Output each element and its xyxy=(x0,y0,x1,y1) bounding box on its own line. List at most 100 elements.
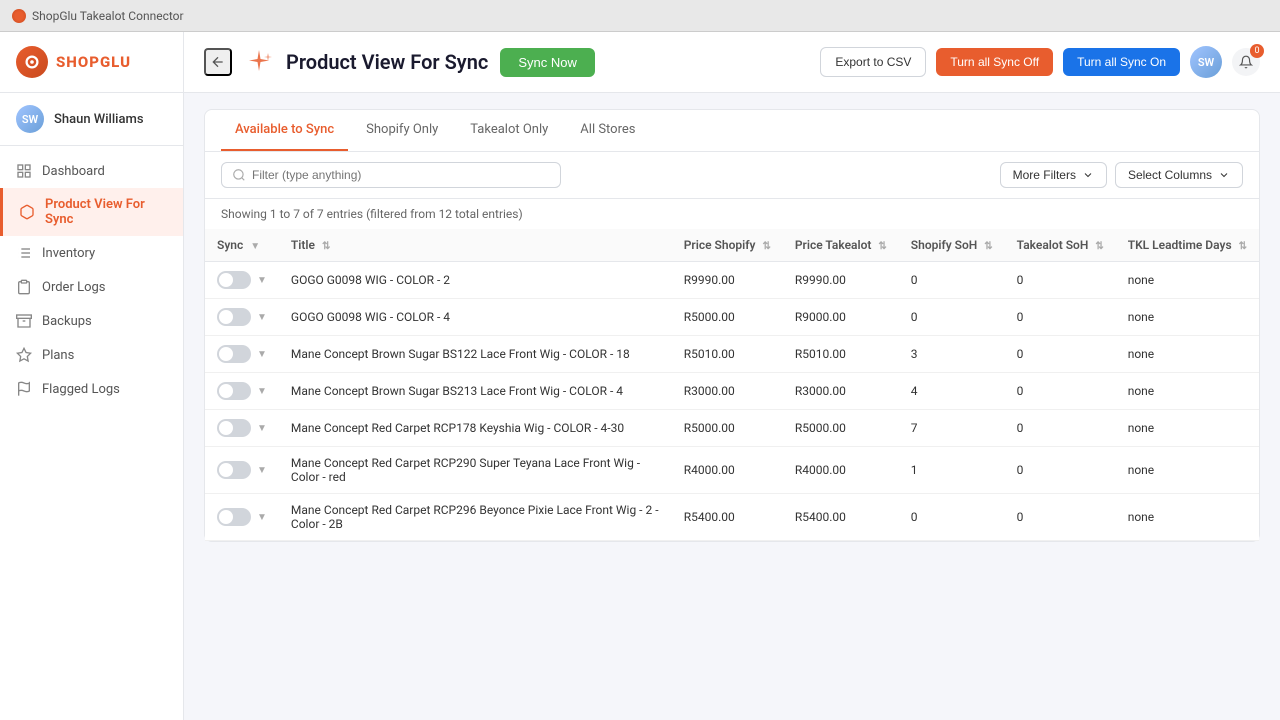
col-shopify-soh[interactable]: Shopify SoH ⇅ xyxy=(899,229,1005,262)
sync-toggle[interactable] xyxy=(217,508,251,526)
list-icon xyxy=(16,245,32,261)
table-row: ▼ Mane Concept Brown Sugar BS213 Lace Fr… xyxy=(205,373,1259,410)
cell-shopify-soh: 3 xyxy=(899,336,1005,373)
cell-tkl-leadtime: none xyxy=(1116,410,1259,447)
export-csv-button[interactable]: Export to CSV xyxy=(820,47,926,77)
col-takealot-soh[interactable]: Takealot SoH ⇅ xyxy=(1005,229,1116,262)
cell-tkl-leadtime: none xyxy=(1116,299,1259,336)
notification-icon-wrap[interactable]: 0 xyxy=(1232,48,1260,76)
cell-tkl-leadtime: none xyxy=(1116,373,1259,410)
filter-row: More Filters Select Columns xyxy=(205,152,1259,199)
header-left: Product View For Sync Sync Now xyxy=(204,47,595,77)
sort-icon: ⇅ xyxy=(322,241,330,252)
cell-price-takealot: R3000.00 xyxy=(783,373,899,410)
sync-dropdown-icon[interactable]: ▼ xyxy=(257,275,267,286)
sort-icon: ⇅ xyxy=(984,241,992,252)
cell-shopify-soh: 0 xyxy=(899,494,1005,541)
browser-bar: ShopGlu Takealot Connector xyxy=(0,0,1280,32)
cell-price-shopify: R3000.00 xyxy=(672,373,783,410)
cell-tkl-leadtime: none xyxy=(1116,262,1259,299)
sync-now-button[interactable]: Sync Now xyxy=(500,48,595,77)
sync-toggle[interactable] xyxy=(217,271,251,289)
sync-toggle[interactable] xyxy=(217,345,251,363)
archive-icon xyxy=(16,313,32,329)
cell-shopify-soh: 0 xyxy=(899,299,1005,336)
clipboard-icon xyxy=(16,279,32,295)
table-area: Available to Sync Shopify Only Takealot … xyxy=(184,93,1280,720)
filter-right: More Filters Select Columns xyxy=(1000,162,1243,188)
cell-tkl-leadtime: none xyxy=(1116,494,1259,541)
sidebar-item-label: Product View For Sync xyxy=(45,197,167,227)
box-icon xyxy=(19,204,35,220)
user-section: SW Shaun Williams xyxy=(0,93,183,146)
avatar: SW xyxy=(16,105,44,133)
sidebar-item-dashboard[interactable]: Dashboard xyxy=(0,154,183,188)
tab-available-to-sync[interactable]: Available to Sync xyxy=(221,110,348,151)
sidebar-item-label: Inventory xyxy=(42,246,95,261)
col-price-shopify[interactable]: Price Shopify ⇅ xyxy=(672,229,783,262)
cell-shopify-soh: 0 xyxy=(899,262,1005,299)
sync-dropdown-icon[interactable]: ▼ xyxy=(257,423,267,434)
col-title[interactable]: Title ⇅ xyxy=(279,229,672,262)
cell-title: Mane Concept Red Carpet RCP290 Super Tey… xyxy=(279,447,672,494)
sidebar-item-inventory[interactable]: Inventory xyxy=(0,236,183,270)
flag-icon xyxy=(16,381,32,397)
sort-icon: ⇅ xyxy=(1095,241,1103,252)
cell-sync: ▼ xyxy=(205,410,279,447)
more-filters-button[interactable]: More Filters xyxy=(1000,162,1107,188)
logo-svg xyxy=(23,53,41,71)
search-wrap[interactable] xyxy=(221,162,561,188)
logo-text: SHOPGLU xyxy=(56,53,131,71)
sidebar-item-label: Order Logs xyxy=(42,280,106,295)
sync-toggle[interactable] xyxy=(217,382,251,400)
cell-sync: ▼ xyxy=(205,336,279,373)
col-tkl-leadtime[interactable]: TKL Leadtime Days ⇅ xyxy=(1116,229,1259,262)
sync-toggle[interactable] xyxy=(217,419,251,437)
turn-sync-on-button[interactable]: Turn all Sync On xyxy=(1063,48,1180,76)
sort-icon: ⇅ xyxy=(878,241,886,252)
tab-takealot-only[interactable]: Takealot Only xyxy=(456,110,562,151)
chevron-down-icon xyxy=(1218,169,1230,181)
cell-takealot-soh: 0 xyxy=(1005,494,1116,541)
content-header: Product View For Sync Sync Now Export to… xyxy=(184,32,1280,93)
cell-tkl-leadtime: none xyxy=(1116,336,1259,373)
turn-sync-off-button[interactable]: Turn all Sync Off xyxy=(936,48,1053,76)
sort-icon: ⇅ xyxy=(1239,241,1247,252)
cell-price-takealot: R4000.00 xyxy=(783,447,899,494)
sync-dropdown-icon[interactable]: ▼ xyxy=(257,386,267,397)
data-table: Sync ▼ Title ⇅ Price Shopify ⇅ xyxy=(205,229,1259,541)
cell-sync: ▼ xyxy=(205,494,279,541)
header-avatar[interactable]: SW xyxy=(1190,46,1222,78)
sync-dropdown-icon[interactable]: ▼ xyxy=(257,312,267,323)
cell-shopify-soh: 4 xyxy=(899,373,1005,410)
cell-title: Mane Concept Red Carpet RCP296 Beyonce P… xyxy=(279,494,672,541)
table-row: ▼ GOGO G0098 WIG - COLOR - 2 R9990.00 R9… xyxy=(205,262,1259,299)
sync-toggle[interactable] xyxy=(217,308,251,326)
tab-shopify-only[interactable]: Shopify Only xyxy=(352,110,452,151)
header-right: Export to CSV Turn all Sync Off Turn all… xyxy=(820,46,1260,78)
sync-dropdown-icon[interactable]: ▼ xyxy=(257,512,267,523)
star-icon xyxy=(16,347,32,363)
favicon-icon xyxy=(12,9,26,23)
sidebar-item-backups[interactable]: Backups xyxy=(0,304,183,338)
sync-dropdown-icon[interactable]: ▼ xyxy=(257,465,267,476)
sidebar-item-flagged-logs[interactable]: Flagged Logs xyxy=(0,372,183,406)
cell-takealot-soh: 0 xyxy=(1005,447,1116,494)
col-sync[interactable]: Sync ▼ xyxy=(205,229,279,262)
sparkle-icon xyxy=(244,47,274,77)
sidebar-item-label: Plans xyxy=(42,348,74,363)
sync-toggle[interactable] xyxy=(217,461,251,479)
col-price-takealot[interactable]: Price Takealot ⇅ xyxy=(783,229,899,262)
search-input[interactable] xyxy=(252,168,550,182)
back-button[interactable] xyxy=(204,48,232,76)
sidebar-item-label: Flagged Logs xyxy=(42,382,120,397)
notification-badge: 0 xyxy=(1250,44,1264,58)
cell-price-shopify: R5000.00 xyxy=(672,299,783,336)
select-columns-button[interactable]: Select Columns xyxy=(1115,162,1243,188)
sidebar-item-product-view[interactable]: Product View For Sync xyxy=(0,188,183,236)
sidebar-item-plans[interactable]: Plans xyxy=(0,338,183,372)
cell-price-takealot: R5000.00 xyxy=(783,410,899,447)
sync-dropdown-icon[interactable]: ▼ xyxy=(257,349,267,360)
tab-all-stores[interactable]: All Stores xyxy=(566,110,649,151)
sidebar-item-order-logs[interactable]: Order Logs xyxy=(0,270,183,304)
